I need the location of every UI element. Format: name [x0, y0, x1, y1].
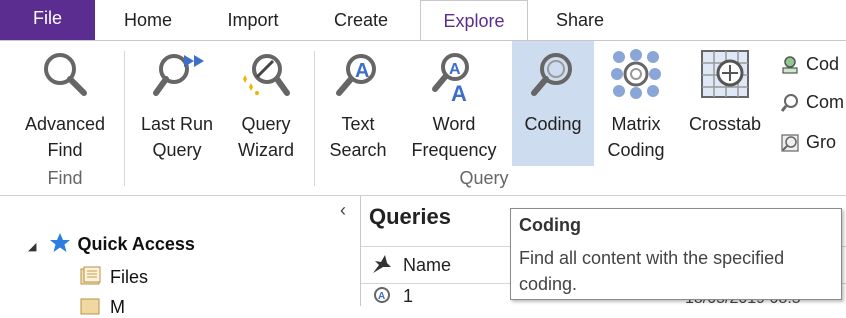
tab-file[interactable]: File: [0, 0, 95, 40]
last-run-query-label-2: Query: [152, 140, 202, 160]
memos-label: M: [110, 297, 125, 317]
crosstab-label: Crosstab: [688, 114, 762, 134]
files-label: Files: [110, 267, 149, 287]
tree-item-files[interactable]: Files: [80, 266, 148, 288]
coding-comparison-button[interactable]: Cod: [780, 51, 839, 77]
quick-access-label: Quick Access: [77, 234, 195, 254]
advanced-find-label-2: Find: [47, 140, 83, 160]
coding-query-button[interactable]: Coding: [512, 41, 594, 166]
explore-ribbon: Advanced Find Find Last Run Query Query: [0, 40, 846, 196]
compound-query-label: Com: [806, 92, 845, 112]
svg-text:A: A: [451, 81, 467, 101]
coding-tooltip: Coding Find all content with the specifi…: [510, 208, 842, 300]
svg-text:A: A: [449, 61, 461, 78]
star-icon: [50, 233, 71, 252]
text-search-button[interactable]: A Text Search: [322, 41, 394, 166]
tab-import[interactable]: Import: [210, 0, 296, 40]
coding-comparison-icon: [782, 56, 798, 74]
group-query-button[interactable]: Gro: [780, 129, 836, 155]
navigation-pane: ◢ Quick Access Files M: [0, 196, 360, 317]
ribbon-tab-strip: File Home Import Create Explore Share: [0, 0, 846, 41]
files-icon: [80, 266, 101, 285]
matrix-coding-label-1: Matrix: [611, 114, 661, 134]
list-title: Queries: [369, 204, 451, 229]
collapse-pane-button[interactable]: ‹: [340, 200, 346, 221]
coding-comparison-label: Cod: [806, 54, 840, 74]
tree-item-quick-access[interactable]: ◢ Quick Access: [28, 232, 195, 255]
text-search-label-1: Text: [341, 114, 375, 134]
crosstab-button[interactable]: Crosstab: [682, 41, 768, 166]
last-run-query-icon: [153, 54, 204, 96]
pin-icon[interactable]: [369, 253, 393, 277]
last-run-query-button[interactable]: Last Run Query: [134, 41, 220, 166]
tooltip-title: Coding: [519, 215, 581, 235]
svg-text:A: A: [355, 60, 369, 82]
query-wizard-label-1: Query: [241, 114, 291, 134]
expander-icon[interactable]: ◢: [28, 241, 36, 253]
crosstab-icon: [701, 50, 749, 98]
advanced-find-label-1: Advanced: [24, 114, 106, 134]
compound-query-icon: [780, 94, 798, 113]
query-wizard-button[interactable]: Query Wizard: [228, 41, 304, 166]
matrix-coding-button[interactable]: Matrix Coding: [598, 41, 674, 166]
tab-explore[interactable]: Explore: [420, 0, 528, 41]
magnifier-icon: [44, 53, 87, 96]
coding-query-icon: [531, 53, 572, 96]
group-query-icon: [781, 134, 799, 152]
memos-icon: [80, 298, 100, 315]
text-search-icon: A: [336, 54, 376, 96]
matrix-coding-label-2: Coding: [607, 140, 665, 160]
text-search-label-2: Search: [329, 140, 387, 160]
query-name-cell: 1: [403, 286, 414, 306]
tab-share[interactable]: Share: [544, 0, 616, 40]
query-item-icon: A: [374, 287, 390, 303]
tab-create[interactable]: Create: [318, 0, 404, 40]
tooltip-description: Find all content with the specified codi…: [519, 248, 785, 294]
word-frequency-icon: A A: [432, 53, 469, 101]
group-label-find: Find: [47, 168, 83, 188]
compound-query-button[interactable]: Com: [780, 89, 844, 115]
word-frequency-label-1: Word: [432, 114, 476, 134]
group-label-query: Query: [459, 168, 509, 188]
matrix-coding-icon: [611, 49, 661, 99]
advanced-find-button[interactable]: Advanced Find: [12, 41, 118, 166]
tab-home[interactable]: Home: [110, 0, 186, 40]
query-wizard-icon: [243, 54, 290, 96]
tree-item-memos[interactable]: M: [80, 296, 125, 318]
column-header-name[interactable]: Name: [403, 255, 451, 276]
coding-query-label: Coding: [524, 114, 582, 134]
word-frequency-button[interactable]: A A Word Frequency: [404, 41, 504, 166]
word-frequency-label-2: Frequency: [411, 140, 497, 160]
last-run-query-label-1: Last Run: [140, 114, 214, 134]
query-wizard-label-2: Wizard: [237, 140, 294, 160]
group-query-label: Gro: [806, 132, 837, 152]
svg-text:A: A: [378, 291, 385, 302]
